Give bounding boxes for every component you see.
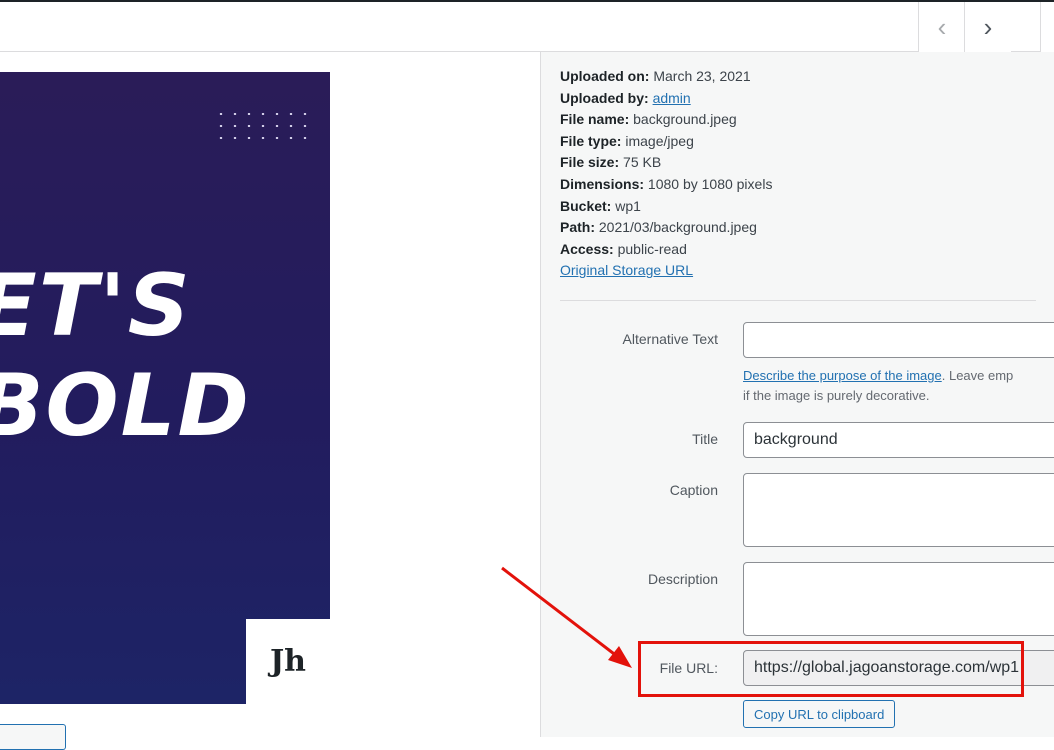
description-label: Description — [647, 571, 718, 587]
file-metadata: Uploaded on: March 23, 2021 Uploaded by:… — [560, 66, 772, 282]
alt-text-input[interactable] — [743, 322, 1054, 358]
caption-textarea[interactable] — [743, 473, 1054, 547]
title-label: Title — [692, 431, 718, 447]
copy-url-button[interactable]: Copy URL to clipboard — [743, 700, 896, 728]
meta-bucket: Bucket: wp1 — [560, 197, 641, 214]
close-button[interactable] — [1040, 2, 1054, 52]
meta-access: Access: public-read — [560, 240, 687, 257]
original-storage-url-link[interactable]: Original Storage URL — [560, 262, 693, 278]
attachment-image: ET'S BOLD Jh — [0, 72, 330, 704]
attachment-details-panel: Uploaded on: March 23, 2021 Uploaded by:… — [540, 52, 1054, 737]
next-media-button[interactable]: › — [964, 2, 1011, 52]
description-textarea[interactable] — [743, 562, 1054, 636]
meta-file-size: File size: 75 KB — [560, 154, 662, 171]
uploader-link[interactable]: admin — [653, 90, 691, 106]
meta-dimensions: Dimensions: 1080 by 1080 pixels — [560, 175, 773, 192]
image-headline-text: ET'S BOLD — [0, 256, 251, 456]
previous-media-button[interactable]: ‹ — [918, 2, 965, 52]
brand-logo: Jh — [246, 619, 330, 704]
caption-label: Caption — [669, 482, 718, 498]
meta-uploaded-on: Uploaded on: March 23, 2021 — [560, 68, 751, 84]
title-input[interactable]: background — [743, 422, 1054, 458]
edit-image-button[interactable] — [0, 724, 66, 750]
file-url-input[interactable]: https://global.jagoanstorage.com/wp1 — [743, 650, 1054, 686]
logo-text: Jh — [269, 644, 306, 679]
modal-header: ‹ › — [0, 0, 1054, 52]
file-url-label: File URL: — [659, 660, 718, 676]
section-divider — [560, 300, 1036, 301]
alt-text-label: Alternative Text — [622, 331, 718, 347]
chevron-left-icon: ‹ — [937, 11, 947, 42]
alt-text-help: Describe the purpose of the image. Leave… — [743, 368, 1014, 403]
chevron-right-icon: › — [983, 11, 993, 42]
meta-path: Path: 2021/03/background.jpeg — [560, 219, 757, 236]
meta-uploaded-by: Uploaded by: admin — [560, 89, 691, 106]
meta-file-type: File type: image/jpeg — [560, 132, 694, 149]
media-preview: ET'S BOLD Jh — [0, 52, 540, 750]
dot-pattern-decoration — [214, 108, 314, 144]
meta-file-name: File name: background.jpeg — [560, 111, 737, 128]
alt-text-help-link[interactable]: Describe the purpose of the image — [743, 368, 942, 383]
